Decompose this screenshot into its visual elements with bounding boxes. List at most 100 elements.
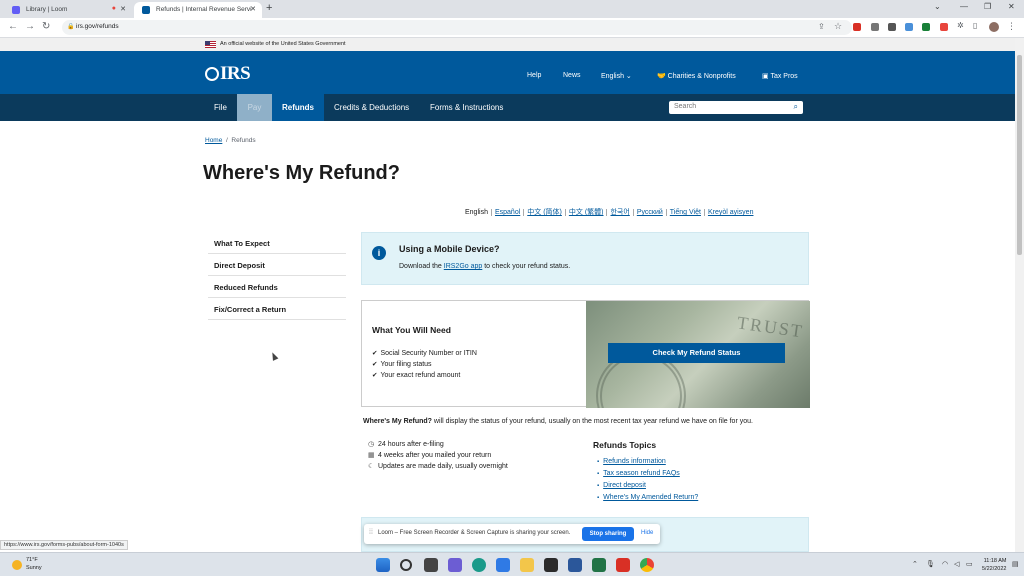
loom-sharing-message: Loom – Free Screen Recorder & Screen Cap… <box>378 530 571 536</box>
hide-button[interactable]: Hide <box>641 530 653 536</box>
lang-haitian-creole[interactable]: Kreyòl ayisyen <box>703 209 757 216</box>
header-link-news[interactable]: News <box>563 72 581 79</box>
loom-extension-icon[interactable] <box>940 23 948 31</box>
forward-arrow-icon[interactable]: → <box>25 21 35 32</box>
drag-handle-icon[interactable]: ⁞⁞ <box>369 529 373 536</box>
topic-link-tax-season-faqs[interactable]: Tax season refund FAQs <box>603 470 680 477</box>
mobile-text: Download the IRS2Go app to check your re… <box>399 263 571 270</box>
scrollbar-thumb[interactable] <box>1017 55 1022 255</box>
battery-icon[interactable]: ▭ <box>966 560 973 568</box>
lang-chinese-traditional[interactable]: 中文 (繁體) <box>564 209 607 216</box>
language-selector[interactable]: English ⌄ <box>601 72 632 80</box>
grammarly-extension-icon[interactable] <box>922 23 930 31</box>
tab-irs-refunds[interactable]: Refunds | Internal Revenue Servi ✕ <box>134 2 262 18</box>
bookmark-star-icon[interactable]: ☆ <box>834 21 842 32</box>
edge-browser-icon[interactable] <box>472 558 486 572</box>
system-clock[interactable]: 11:18 AM 5/22/2022 <box>982 557 1006 573</box>
lang-espanol[interactable]: Español <box>490 209 524 216</box>
close-tab-icon[interactable]: ✕ <box>250 5 256 13</box>
address-bar[interactable]: 🔒 irs.gov/refunds <box>62 20 852 35</box>
pdf-extension-icon[interactable] <box>853 23 861 31</box>
app-icon[interactable] <box>544 558 558 572</box>
puzzle-extensions-icon[interactable]: ✲ <box>957 21 964 30</box>
irs-favicon-icon <box>142 6 150 14</box>
reload-icon[interactable]: ↻ <box>42 21 50 32</box>
chevron-up-icon[interactable]: ⌃ <box>912 560 918 568</box>
topic-link-direct-deposit[interactable]: Direct deposit <box>603 482 646 489</box>
sidenav-fix-correct-return[interactable]: Fix/Correct a Return <box>208 298 346 320</box>
nav-credits-deductions[interactable]: Credits & Deductions <box>334 94 409 121</box>
profile-avatar[interactable] <box>989 22 999 32</box>
nav-forms-instructions[interactable]: Forms & Instructions <box>430 94 503 121</box>
briefcase-icon: ▣ <box>762 73 769 80</box>
chrome-icon[interactable] <box>640 558 654 572</box>
list-item: ▦ 4 weeks after you mailed your return <box>368 452 492 459</box>
check-my-refund-status-button[interactable]: Check My Refund Status <box>608 343 785 363</box>
search-icon[interactable] <box>400 559 412 571</box>
nav-pay[interactable]: Pay <box>237 94 272 121</box>
moon-icon: ☾ <box>368 463 375 470</box>
menu-kebab-icon[interactable]: ⋮ <box>1007 21 1016 32</box>
header-link-tax-pros[interactable]: ▣ Tax Pros <box>762 72 798 80</box>
side-nav: What To Expect Direct Deposit Reduced Re… <box>208 232 346 320</box>
list-item: Refunds information <box>597 456 698 468</box>
address-url: irs.gov/refunds <box>76 23 119 30</box>
breadcrumb-home[interactable]: Home <box>205 137 222 144</box>
file-explorer-icon[interactable] <box>520 558 534 572</box>
lang-russian[interactable]: Русский <box>632 209 666 216</box>
microphone-icon[interactable]: 🎙 <box>926 560 935 568</box>
close-tab-icon[interactable]: ✕ <box>120 5 126 13</box>
nav-refunds[interactable]: Refunds <box>272 94 324 121</box>
search-input[interactable]: Search ⌕ <box>669 101 803 114</box>
sidenav-direct-deposit[interactable]: Direct Deposit <box>208 254 346 276</box>
side-panel-icon[interactable]: ▯ <box>973 21 977 30</box>
lang-vietnamese[interactable]: Tiếng Việt <box>665 209 704 216</box>
search-icon[interactable]: ⌕ <box>794 102 798 112</box>
irs-logo[interactable]: IRS <box>205 63 251 85</box>
lang-chinese-simplified[interactable]: 中文 (简体) <box>523 209 565 216</box>
teams-chat-icon[interactable] <box>448 558 462 572</box>
chevron-down-icon: ⌄ <box>625 73 632 80</box>
sidenav-reduced-refunds[interactable]: Reduced Refunds <box>208 276 346 298</box>
header-link-charities[interactable]: 🤝 Charities & Nonprofits <box>657 72 736 80</box>
wifi-icon[interactable]: ◠ <box>942 560 948 568</box>
topic-link-refunds-information[interactable]: Refunds information <box>603 458 666 465</box>
acrobat-icon[interactable] <box>616 558 630 572</box>
chevron-down-icon[interactable]: ⌄ <box>934 2 941 11</box>
new-tab-button[interactable]: + <box>266 2 272 14</box>
calendar-icon: ▦ <box>368 452 375 459</box>
back-arrow-icon[interactable]: ← <box>8 21 18 32</box>
task-view-icon[interactable] <box>424 558 438 572</box>
refunds-topics-heading: Refunds Topics <box>593 440 657 450</box>
lang-korean[interactable]: 한국어 <box>606 209 633 216</box>
stop-sharing-button[interactable]: Stop sharing <box>582 527 634 541</box>
minimize-icon[interactable]: — <box>960 2 968 11</box>
irs2go-app-link[interactable]: IRS2Go app <box>444 263 483 270</box>
list-item: Tax season refund FAQs <box>597 468 698 480</box>
restore-icon[interactable]: ❐ <box>984 2 991 11</box>
extension-icon[interactable] <box>888 23 896 31</box>
notification-icon[interactable]: ▤ <box>1012 560 1019 568</box>
nav-file[interactable]: File <box>214 94 227 121</box>
windows-taskbar: 71°F Sunny ⌃ 🎙 ◠ ◁ ▭ 11:18 AM 5/22/2022 … <box>0 552 1024 576</box>
share-icon[interactable]: ⇪ <box>818 22 825 31</box>
extension-icon[interactable] <box>871 23 879 31</box>
tab-loom-library[interactable]: Library | Loom ● ✕ <box>4 2 132 18</box>
weather-widget[interactable]: 71°F Sunny <box>26 556 42 572</box>
sidenav-what-to-expect[interactable]: What To Expect <box>208 232 346 254</box>
word-icon[interactable] <box>568 558 582 572</box>
extension-icon[interactable] <box>905 23 913 31</box>
start-windows-icon[interactable] <box>376 558 390 572</box>
sun-icon[interactable] <box>12 560 22 570</box>
speaker-icon[interactable]: ◁ <box>954 560 959 568</box>
list-item: Direct deposit <box>597 480 698 492</box>
topic-link-amended-return[interactable]: Where's My Amended Return? <box>603 494 698 501</box>
clock-icon: ◷ <box>368 441 375 448</box>
list-item: Your filing status <box>372 359 477 370</box>
irs-header: IRS Help News English ⌄ 🤝 Charities & No… <box>0 51 1024 94</box>
header-link-help[interactable]: Help <box>527 72 541 79</box>
close-window-icon[interactable]: ✕ <box>1008 2 1015 11</box>
breadcrumb: Home / Refunds <box>205 137 256 144</box>
app-icon[interactable] <box>496 558 510 572</box>
excel-icon[interactable] <box>592 558 606 572</box>
